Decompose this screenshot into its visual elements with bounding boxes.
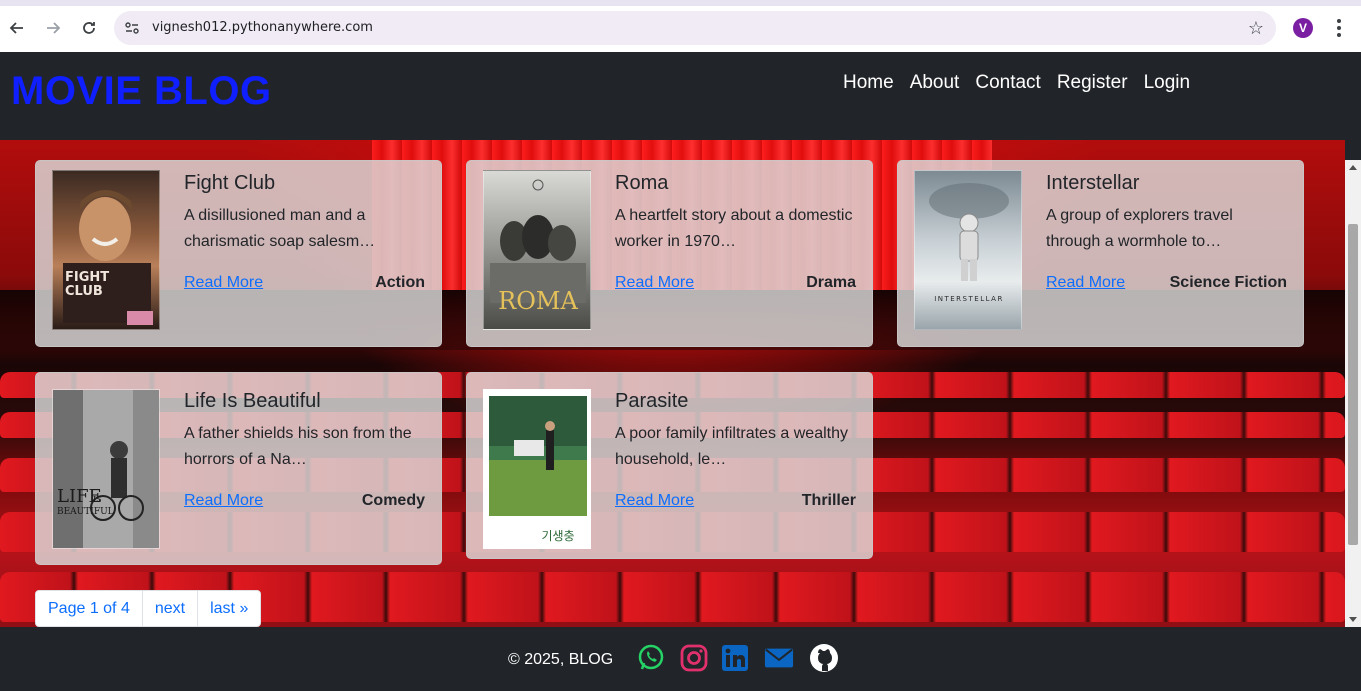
instagram-icon[interactable] <box>679 643 709 673</box>
page-scrollbar[interactable] <box>1345 160 1361 627</box>
pagination: Page 1 of 4 next last » <box>35 590 262 627</box>
movie-title: Parasite <box>615 390 689 412</box>
movie-description: A disillusioned man and a charismatic so… <box>184 207 376 250</box>
site-info-icon[interactable] <box>122 18 142 38</box>
movie-poster: FIGHT CLUB <box>52 170 160 330</box>
cinema-background: FIGHT CLUB Fight Club A disillusioned ma… <box>0 140 1345 627</box>
pagination-next[interactable]: next <box>143 591 199 626</box>
linkedin-icon[interactable] <box>720 643 750 673</box>
movie-title: Roma <box>615 172 669 194</box>
movie-card: LIFE IS BEAUTIFUL Life Is Beautiful A fa… <box>35 372 442 565</box>
movie-description: A father shields his son from the horror… <box>184 425 412 468</box>
forward-arrow-icon <box>47 22 61 34</box>
poster-title-line2: IS <box>93 495 102 504</box>
back-arrow-icon <box>9 22 23 34</box>
movie-card: 기생충 Parasite A poor family infiltrates a… <box>466 372 873 559</box>
reload-icon <box>83 22 95 34</box>
read-more-link[interactable]: Read More <box>615 492 694 510</box>
movie-genre: Science Fiction <box>1169 274 1287 291</box>
movie-card: FIGHT CLUB Fight Club A disillusioned ma… <box>35 160 442 347</box>
nav-home[interactable]: Home <box>843 72 894 94</box>
whatsapp-icon[interactable] <box>636 643 666 673</box>
main-nav: Home About Contact Register Login <box>843 72 1190 94</box>
poster-title-line1: FIGHT <box>65 270 109 285</box>
scroll-down-icon[interactable] <box>1349 617 1357 622</box>
copyright-text: © 2025, BLOG <box>508 651 614 668</box>
movie-description: A group of explorers travel through a wo… <box>1046 207 1233 250</box>
bookmark-star-icon[interactable]: ☆ <box>1248 18 1264 39</box>
movie-description: A heartfelt story about a domestic worke… <box>615 207 853 250</box>
address-bar[interactable]: vignesh012.pythonanywhere.com ☆ <box>114 11 1276 45</box>
nav-login[interactable]: Login <box>1144 72 1191 94</box>
movie-genre: Thriller <box>801 492 856 509</box>
reload-button[interactable] <box>77 16 101 40</box>
read-more-link[interactable]: Read More <box>184 274 263 292</box>
movie-poster: 기생충 <box>483 389 591 549</box>
movie-title: Life Is Beautiful <box>184 390 321 412</box>
nav-about[interactable]: About <box>910 72 960 94</box>
movie-title: Fight Club <box>184 172 276 194</box>
movie-poster: LIFE IS BEAUTIFUL <box>52 389 160 549</box>
pagination-current: Page 1 of 4 <box>36 591 143 626</box>
movie-genre: Drama <box>806 274 856 291</box>
scrollbar-gap <box>1345 140 1361 160</box>
pagination-last[interactable]: last » <box>198 591 260 626</box>
url-text[interactable]: vignesh012.pythonanywhere.com <box>152 20 373 35</box>
profile-avatar[interactable]: V <box>1293 18 1313 38</box>
read-more-link[interactable]: Read More <box>184 492 263 510</box>
movie-card: INTERSTELLAR Interstellar A group of exp… <box>897 160 1304 347</box>
forward-button[interactable] <box>41 16 65 40</box>
movie-title: Interstellar <box>1046 172 1140 194</box>
site-header: MOVIE BLOG Home About Contact Register L… <box>0 52 1361 140</box>
browser-menu-icon[interactable] <box>1332 16 1346 40</box>
mail-icon[interactable] <box>764 643 794 673</box>
nav-contact[interactable]: Contact <box>975 72 1040 94</box>
read-more-link[interactable]: Read More <box>1046 274 1125 292</box>
movie-genre: Comedy <box>361 492 425 509</box>
site-footer: © 2025, BLOG <box>0 627 1361 691</box>
site-brand[interactable]: MOVIE BLOG <box>11 69 272 114</box>
back-button[interactable] <box>5 16 29 40</box>
movie-poster: ROMA <box>483 170 591 330</box>
poster-title-line3: BEAUTIFUL <box>57 507 114 517</box>
movie-description: A poor family infiltrates a wealthy hous… <box>615 425 848 468</box>
scrollbar-thumb[interactable] <box>1348 224 1358 545</box>
nav-register[interactable]: Register <box>1057 72 1128 94</box>
read-more-link[interactable]: Read More <box>615 274 694 292</box>
poster-title: 기생충 <box>541 529 574 543</box>
poster-title: ROMA <box>498 287 578 315</box>
browser-toolbar: vignesh012.pythonanywhere.com ☆ V <box>0 0 1361 52</box>
poster-title: INTERSTELLAR <box>934 295 1004 303</box>
github-icon[interactable] <box>809 643 839 673</box>
poster-title-line2: CLUB <box>65 284 103 299</box>
scroll-up-icon[interactable] <box>1349 165 1357 170</box>
movie-card: ROMA Roma A heartfelt story about a dome… <box>466 160 873 347</box>
movie-poster: INTERSTELLAR <box>914 170 1022 330</box>
movie-genre: Action <box>375 274 425 291</box>
